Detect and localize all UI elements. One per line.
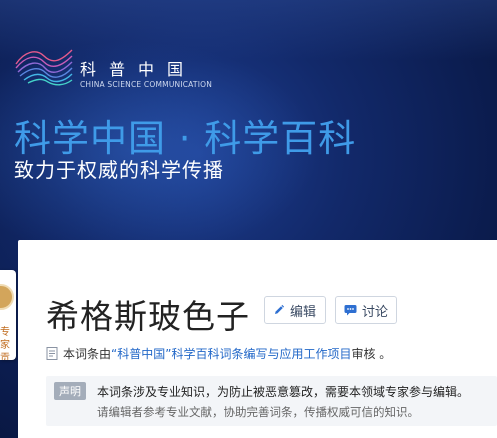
logo-english-text: CHINA SCIENCE COMMUNICATION [80,80,213,89]
science-logo-icon[interactable] [14,42,74,88]
article-card: 希格斯玻色子 编辑 讨论 本词条由 “科普中国”科学百科词条编写与应用工作项目 … [18,240,497,438]
banner-tagline: 致力于权威的科学传播 [14,158,224,182]
expert-contribution-label: 专家贡献 [0,327,10,360]
discuss-button[interactable]: 讨论 [335,296,397,324]
banner-streak [0,0,497,60]
review-project-link[interactable]: “科普中国”科学百科词条编写与应用工作项目 [111,345,351,362]
notice-tag: 声明 [54,382,86,400]
chat-icon [344,305,357,316]
edit-button-label: 编辑 [290,304,317,320]
notice-box: 声明 本词条涉及专业知识，为防止被恶意篡改，需要本领域专家参与编辑。 请编辑者参… [46,376,497,426]
review-prefix: 本词条由 [63,347,112,361]
page-title: 希格斯玻色子 [46,297,250,336]
notice-line-2: 请编辑者参考专业文献，协助完善词条，传播权威可信的知识。 [97,405,419,419]
logo-chinese-text: 科普中国 [80,60,197,79]
edit-button[interactable]: 编辑 [264,296,326,324]
document-icon [46,347,58,360]
notice-line-1: 本词条涉及专业知识，为防止被恶意篡改，需要本领域专家参与编辑。 [97,385,470,399]
pencil-icon [275,304,285,314]
expert-badge-icon [0,284,14,310]
review-suffix: 审核 。 [351,347,392,361]
review-info: 本词条由 “科普中国”科学百科词条编写与应用工作项目 审核 。 [46,345,391,362]
expert-contribution-button[interactable]: 专家贡献 [0,270,16,360]
discuss-button-label: 讨论 [362,304,389,320]
